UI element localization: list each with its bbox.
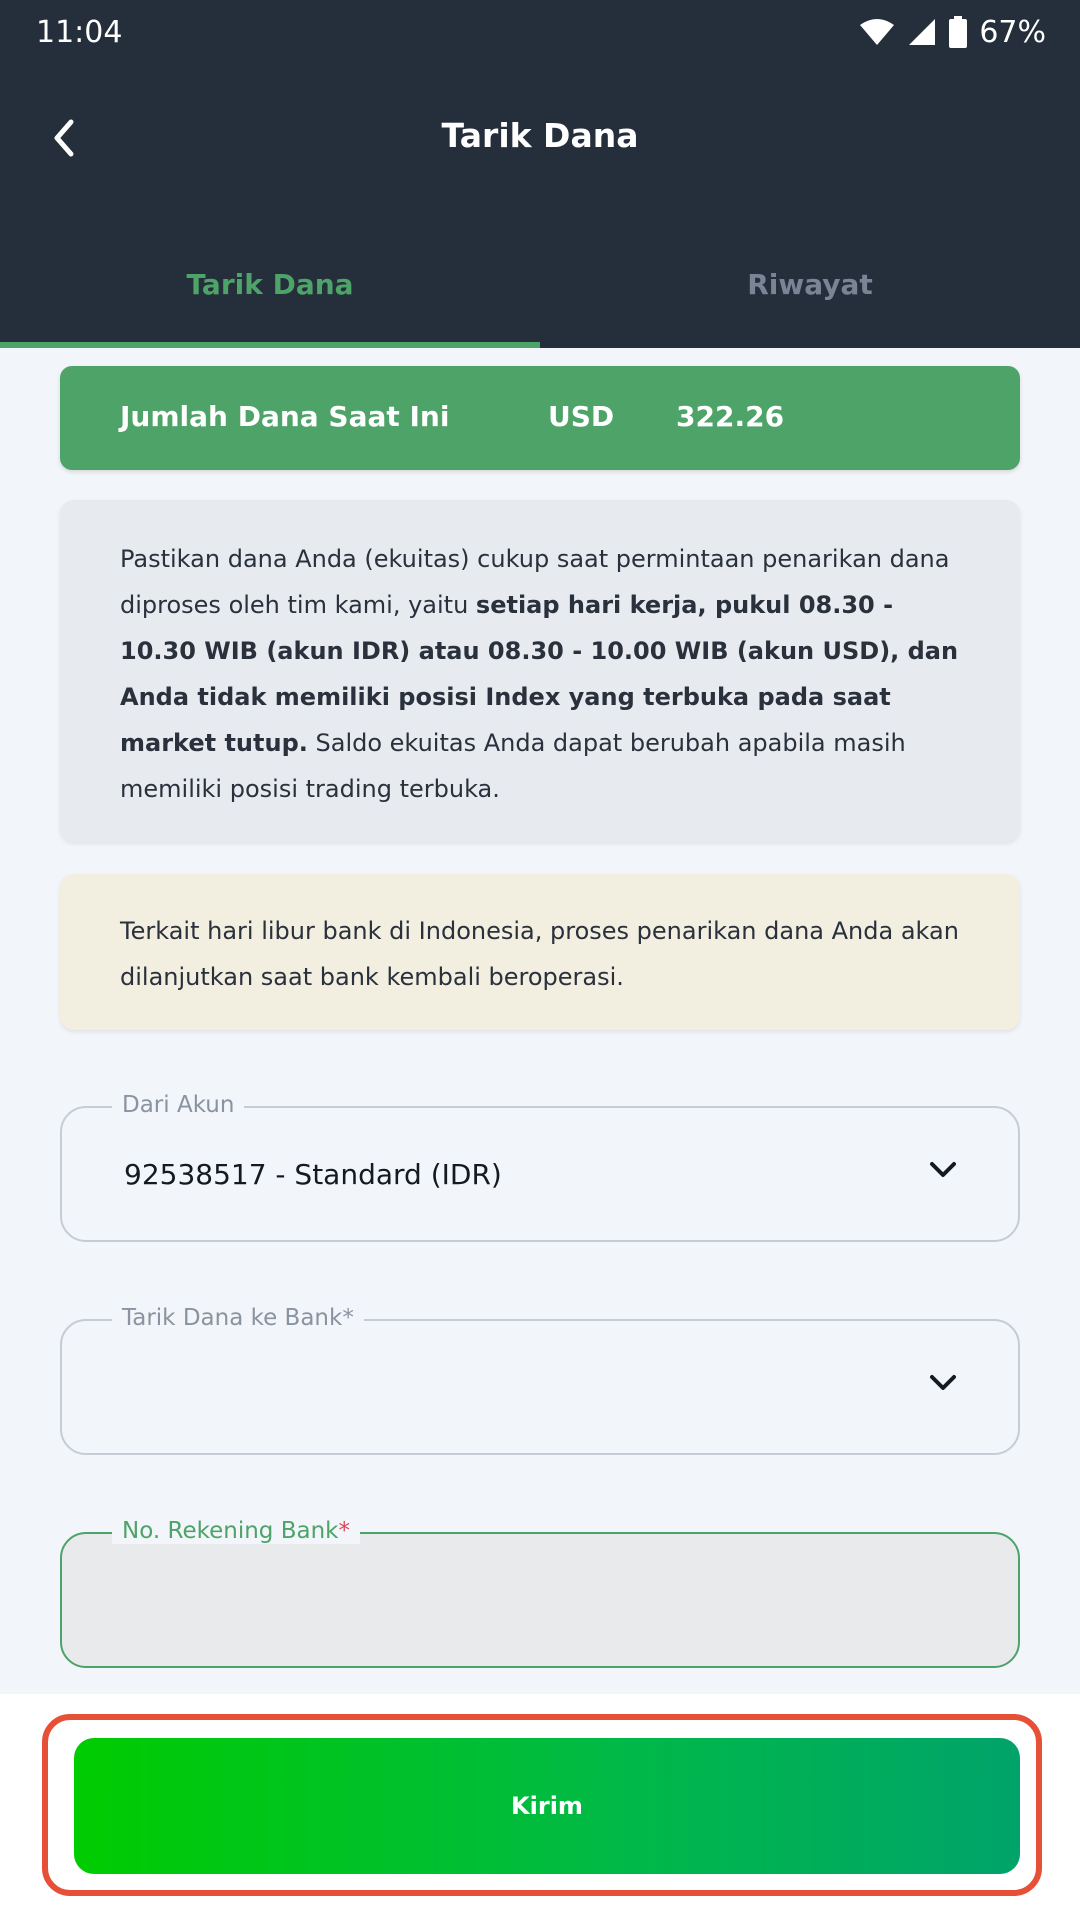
battery-icon <box>949 16 968 48</box>
notice-text: Terkait hari libur bank di Indonesia, pr… <box>120 917 959 991</box>
balance-amount: 322.26 <box>676 400 785 433</box>
bank-select[interactable]: Tarik Dana ke Bank* <box>60 1305 1020 1455</box>
signal-icon <box>907 17 937 47</box>
battery-percent: 67% <box>979 14 1046 50</box>
app-header: Tarik Dana Tarik Dana Riwayat <box>0 64 1080 348</box>
account-number-field[interactable]: No. Rekening Bank* <box>60 1518 1020 1668</box>
status-icons: 67% <box>859 15 1046 50</box>
holiday-notice: Terkait hari libur bank di Indonesia, pr… <box>60 874 1020 1030</box>
tab-bar: Tarik Dana Riwayat <box>0 254 1080 348</box>
page-title: Tarik Dana <box>441 116 639 155</box>
bottom-bar: Kirim <box>0 1694 1080 1920</box>
chevron-down-icon <box>928 1373 958 1397</box>
wifi-icon <box>859 18 895 46</box>
balance-currency: USD <box>548 400 615 433</box>
bank-label: Tarik Dana ke Bank* <box>112 1305 364 1331</box>
from-account-value: 92538517 - Standard (IDR) <box>124 1158 502 1191</box>
from-account-label: Dari Akun <box>112 1092 245 1118</box>
account-number-label: No. Rekening Bank* <box>112 1518 360 1544</box>
tab-riwayat[interactable]: Riwayat <box>540 254 1080 348</box>
status-bar: 11:04 67% <box>0 0 1080 64</box>
from-account-select[interactable]: Dari Akun 92538517 - Standard (IDR) <box>60 1092 1020 1242</box>
balance-card: Jumlah Dana Saat Ini USD 322.26 <box>60 366 1020 470</box>
info-card: Pastikan dana Anda (ekuitas) cukup saat … <box>60 500 1020 842</box>
account-number-input[interactable] <box>62 1534 1018 1666</box>
required-mark: * <box>338 1518 350 1544</box>
tab-tarik-dana[interactable]: Tarik Dana <box>0 254 540 348</box>
chevron-down-icon <box>928 1160 958 1184</box>
submit-button[interactable]: Kirim <box>74 1738 1020 1874</box>
balance-label: Jumlah Dana Saat Ini <box>120 400 450 433</box>
status-time: 11:04 <box>36 14 123 50</box>
